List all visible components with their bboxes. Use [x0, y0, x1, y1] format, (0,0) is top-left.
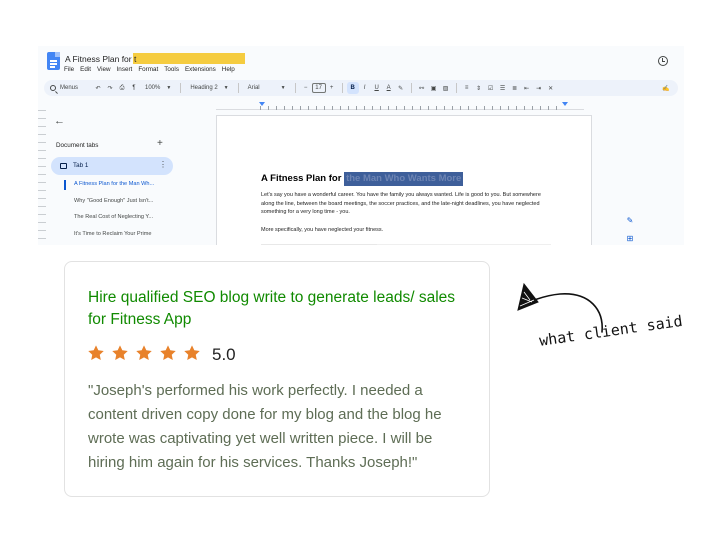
body-paragraph: Let's say you have a wonderful career. Y…	[261, 191, 551, 217]
menu-view[interactable]: View	[97, 66, 111, 73]
star-rating	[87, 344, 201, 362]
bulleted-list-icon[interactable]: ☰	[497, 80, 509, 96]
add-comment-icon[interactable]: ▣	[428, 80, 440, 96]
outline-item[interactable]: A Fitness Plan for the Man Wh...	[74, 181, 219, 187]
print-icon[interactable]: ⎙	[116, 80, 128, 96]
menu-edit[interactable]: Edit	[80, 66, 91, 73]
menu-extensions[interactable]: Extensions	[185, 66, 216, 73]
font-size-input[interactable]: 17	[312, 83, 326, 93]
italic-button[interactable]: I	[359, 80, 371, 96]
review-job-title[interactable]: Hire qualified SEO blog write to generat…	[88, 287, 468, 331]
outline-item[interactable]: It's Time to Reclaim Your Prime	[74, 231, 219, 237]
line-spacing-icon[interactable]: ⇕	[473, 80, 485, 96]
page-heading: A Fitness Plan for the Man Who Wants Mor…	[261, 173, 463, 184]
portfolio-slide: A Fitness Plan for t File Edit View Inse…	[0, 0, 720, 540]
font-value: Arial	[248, 85, 260, 91]
insert-image-icon[interactable]: ▨	[440, 80, 452, 96]
increase-font-size-icon[interactable]: +	[326, 80, 338, 96]
outline-item[interactable]: Why "Good Enough" Just Isn't...	[74, 198, 219, 204]
client-review-card: Hire qualified SEO blog write to generat…	[64, 261, 490, 497]
star-icon	[87, 344, 105, 362]
star-icon	[111, 344, 129, 362]
rating-score: 5.0	[212, 345, 236, 365]
review-quote: "Joseph's performed his work perfectly. …	[88, 379, 473, 475]
right-indent-marker-icon[interactable]	[562, 102, 568, 106]
bold-button[interactable]: B	[347, 82, 359, 94]
left-indent-marker-icon[interactable]	[259, 102, 265, 106]
google-docs-screenshot: A Fitness Plan for t File Edit View Inse…	[38, 46, 684, 245]
font-select[interactable]: Arial ▼	[243, 80, 291, 96]
outline-active-indicator	[64, 180, 66, 190]
document-outline-sidebar: ← Document tabs + Tab 1 ⋮ A Fitness Plan…	[38, 110, 216, 245]
menu-search[interactable]: Menus	[44, 80, 92, 96]
formatting-toolbar: Menus ↶ ↷ ⎙ ¶ 100% ▼ Heading 2 ▼ Arial ▼…	[44, 80, 678, 96]
search-icon	[50, 85, 56, 91]
docs-title-bar: A Fitness Plan for t File Edit View Inse…	[38, 46, 684, 78]
back-arrow-icon[interactable]: ←	[54, 115, 65, 127]
undo-icon[interactable]: ↶	[92, 80, 104, 96]
tab-1[interactable]: Tab 1 ⋮	[51, 157, 173, 175]
menu-format[interactable]: Format	[138, 66, 158, 73]
highlight-color-icon[interactable]: ✎	[395, 80, 407, 96]
version-history-icon[interactable]	[658, 56, 668, 66]
more-options-icon[interactable]: ⋮	[159, 160, 167, 169]
decrease-indent-icon[interactable]: ⇤	[521, 80, 533, 96]
zoom-value: 100%	[145, 85, 160, 91]
zoom-select[interactable]: 100% ▼	[140, 80, 176, 96]
title-redaction-highlight	[133, 53, 245, 64]
style-value: Heading 2	[190, 85, 217, 91]
star-icon	[159, 344, 177, 362]
increase-indent-icon[interactable]: ⇥	[533, 80, 545, 96]
paint-format-icon[interactable]: ¶	[128, 80, 140, 96]
suggest-edits-icon[interactable]: ✎	[623, 214, 637, 226]
underline-button[interactable]: U	[371, 80, 383, 96]
menu-insert[interactable]: Insert	[117, 66, 133, 73]
heading-text: A Fitness Plan for	[261, 173, 344, 184]
style-select[interactable]: Heading 2 ▼	[185, 80, 233, 96]
star-icon	[135, 344, 153, 362]
document-page[interactable]: A Fitness Plan for the Man Who Wants Mor…	[216, 115, 592, 245]
tab-1-label: Tab 1	[73, 162, 88, 169]
redo-icon[interactable]: ↷	[104, 80, 116, 96]
checklist-icon[interactable]: ☑	[485, 80, 497, 96]
body-paragraph: More specifically, you have neglected yo…	[261, 226, 551, 235]
chevron-down-icon: ▼	[281, 85, 286, 91]
horizontal-ruler[interactable]	[216, 100, 584, 110]
document-title[interactable]: A Fitness Plan for t	[65, 54, 136, 64]
add-comment-side-icon[interactable]: ⊞	[623, 232, 637, 244]
insert-link-icon[interactable]: ⚯	[416, 80, 428, 96]
menu-search-label: Menus	[60, 85, 78, 91]
heading-selected-text: the Man Who Wants More	[344, 172, 463, 186]
star-icon	[183, 344, 201, 362]
vertical-ruler	[38, 110, 46, 245]
editing-mode-icon[interactable]: ✍	[660, 80, 672, 96]
docs-logo-icon[interactable]	[47, 52, 60, 70]
decrease-font-size-icon[interactable]: −	[300, 80, 312, 96]
numbered-list-icon[interactable]: ≣	[509, 80, 521, 96]
text-color-button[interactable]: A	[383, 80, 395, 96]
align-icon[interactable]: ≡	[461, 80, 473, 96]
menu-tools[interactable]: Tools	[164, 66, 179, 73]
chevron-down-icon: ▼	[224, 85, 229, 91]
document-tabs-label: Document tabs	[56, 142, 98, 149]
clear-formatting-icon[interactable]: ✕	[545, 80, 557, 96]
chevron-down-icon: ▼	[166, 85, 171, 91]
menu-bar: File Edit View Insert Format Tools Exten…	[64, 66, 235, 73]
cut-off-text-line	[261, 244, 551, 245]
tab-document-icon	[60, 163, 67, 169]
annotation: what client said	[510, 280, 710, 380]
menu-help[interactable]: Help	[222, 66, 235, 73]
menu-file[interactable]: File	[64, 66, 74, 73]
add-tab-icon[interactable]: +	[157, 138, 163, 149]
outline-item[interactable]: The Real Cost of Neglecting Y...	[74, 214, 219, 220]
